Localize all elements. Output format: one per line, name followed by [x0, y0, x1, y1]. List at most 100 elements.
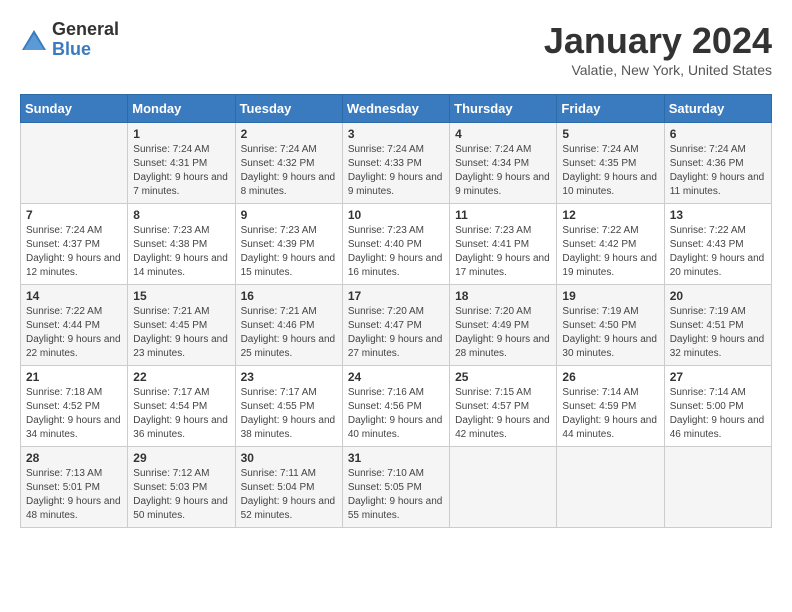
calendar-body: 1Sunrise: 7:24 AM Sunset: 4:31 PM Daylig… — [21, 123, 772, 528]
logo-text: General Blue — [52, 20, 119, 60]
day-number: 10 — [348, 208, 444, 222]
calendar-week-row: 7 Sunrise: 7:24 AM Sunset: 4:37 PM Daylig… — [21, 204, 772, 285]
calendar-day-cell: 15 Sunrise: 7:21 AM Sunset: 4:45 PM Dayli… — [128, 285, 235, 366]
day-info: Sunrise: 7:21 AM Sunset: 4:46 PM Dayligh… — [241, 305, 337, 361]
calendar-day-cell: 29Sunrise: 7:12 AM Sunset: 5:03 PM Dayli… — [128, 447, 235, 528]
calendar-day-cell: 27 Sunrise: 7:14 AM Sunset: 5:00 PM Dayli… — [664, 366, 771, 447]
day-info: Sunrise: 7:22 AM Sunset: 4:42 PM Dayligh… — [562, 224, 658, 280]
calendar-week-row: 14 Sunrise: 7:22 AM Sunset: 4:44 PM Dayli… — [21, 285, 772, 366]
calendar-day-cell: 22 Sunrise: 7:17 AM Sunset: 4:54 PM Dayli… — [128, 366, 235, 447]
day-number: 26 — [562, 370, 658, 384]
calendar-week-row: 21 Sunrise: 7:18 AM Sunset: 4:52 PM Dayli… — [21, 366, 772, 447]
calendar-day-cell: 6 Sunrise: 7:24 AM Sunset: 4:36 PM Daylig… — [664, 123, 771, 204]
calendar-week-row: 1Sunrise: 7:24 AM Sunset: 4:31 PM Daylig… — [21, 123, 772, 204]
calendar-day-cell: 5 Sunrise: 7:24 AM Sunset: 4:35 PM Daylig… — [557, 123, 664, 204]
header-tuesday: Tuesday — [235, 95, 342, 123]
calendar-day-cell: 26 Sunrise: 7:14 AM Sunset: 4:59 PM Dayli… — [557, 366, 664, 447]
day-number: 17 — [348, 289, 444, 303]
day-info: Sunrise: 7:10 AM Sunset: 5:05 PM Dayligh… — [348, 467, 444, 523]
day-number: 14 — [26, 289, 122, 303]
day-info: Sunrise: 7:24 AM Sunset: 4:35 PM Dayligh… — [562, 143, 658, 199]
day-number: 27 — [670, 370, 766, 384]
calendar-day-cell: 8Sunrise: 7:23 AM Sunset: 4:38 PM Daylig… — [128, 204, 235, 285]
day-number: 9 — [241, 208, 337, 222]
header-wednesday: Wednesday — [342, 95, 449, 123]
day-number: 20 — [670, 289, 766, 303]
logo-icon — [20, 26, 48, 54]
calendar-day-cell — [557, 447, 664, 528]
calendar-day-cell: 1Sunrise: 7:24 AM Sunset: 4:31 PM Daylig… — [128, 123, 235, 204]
calendar-day-cell: 10 Sunrise: 7:23 AM Sunset: 4:40 PM Dayli… — [342, 204, 449, 285]
day-number: 11 — [455, 208, 551, 222]
day-info: Sunrise: 7:16 AM Sunset: 4:56 PM Dayligh… — [348, 386, 444, 442]
calendar-day-cell: 19 Sunrise: 7:19 AM Sunset: 4:50 PM Dayli… — [557, 285, 664, 366]
day-number: 18 — [455, 289, 551, 303]
calendar-table: Sunday Monday Tuesday Wednesday Thursday… — [20, 94, 772, 528]
calendar-day-cell: 9Sunrise: 7:23 AM Sunset: 4:39 PM Daylig… — [235, 204, 342, 285]
day-number: 13 — [670, 208, 766, 222]
calendar-day-cell: 25 Sunrise: 7:15 AM Sunset: 4:57 PM Dayli… — [450, 366, 557, 447]
day-info: Sunrise: 7:19 AM Sunset: 4:51 PM Dayligh… — [670, 305, 766, 361]
day-info: Sunrise: 7:21 AM Sunset: 4:45 PM Dayligh… — [133, 305, 229, 361]
day-info: Sunrise: 7:22 AM Sunset: 4:44 PM Dayligh… — [26, 305, 122, 361]
calendar-day-cell: 21 Sunrise: 7:18 AM Sunset: 4:52 PM Dayli… — [21, 366, 128, 447]
calendar-day-cell: 17 Sunrise: 7:20 AM Sunset: 4:47 PM Dayli… — [342, 285, 449, 366]
day-number: 24 — [348, 370, 444, 384]
day-number: 4 — [455, 127, 551, 141]
day-info: Sunrise: 7:19 AM Sunset: 4:50 PM Dayligh… — [562, 305, 658, 361]
day-number: 15 — [133, 289, 229, 303]
day-number: 29 — [133, 451, 229, 465]
day-info: Sunrise: 7:24 AM Sunset: 4:36 PM Dayligh… — [670, 143, 766, 199]
calendar-day-cell — [21, 123, 128, 204]
calendar-day-cell: 16 Sunrise: 7:21 AM Sunset: 4:46 PM Dayli… — [235, 285, 342, 366]
page-header: General Blue January 2024 Valatie, New Y… — [20, 20, 772, 78]
day-info: Sunrise: 7:14 AM Sunset: 4:59 PM Dayligh… — [562, 386, 658, 442]
title-block: January 2024 Valatie, New York, United S… — [544, 20, 772, 78]
day-number: 6 — [670, 127, 766, 141]
day-info: Sunrise: 7:24 AM Sunset: 4:34 PM Dayligh… — [455, 143, 551, 199]
day-number: 31 — [348, 451, 444, 465]
calendar-day-cell: 7 Sunrise: 7:24 AM Sunset: 4:37 PM Daylig… — [21, 204, 128, 285]
header-sunday: Sunday — [21, 95, 128, 123]
header-thursday: Thursday — [450, 95, 557, 123]
header-friday: Friday — [557, 95, 664, 123]
day-info: Sunrise: 7:23 AM Sunset: 4:40 PM Dayligh… — [348, 224, 444, 280]
month-title: January 2024 — [544, 20, 772, 62]
day-info: Sunrise: 7:20 AM Sunset: 4:49 PM Dayligh… — [455, 305, 551, 361]
day-number: 23 — [241, 370, 337, 384]
calendar-day-cell: 23 Sunrise: 7:17 AM Sunset: 4:55 PM Dayli… — [235, 366, 342, 447]
day-info: Sunrise: 7:14 AM Sunset: 5:00 PM Dayligh… — [670, 386, 766, 442]
calendar-day-cell: 14 Sunrise: 7:22 AM Sunset: 4:44 PM Dayli… — [21, 285, 128, 366]
calendar-day-cell: 28Sunrise: 7:13 AM Sunset: 5:01 PM Dayli… — [21, 447, 128, 528]
day-info: Sunrise: 7:24 AM Sunset: 4:37 PM Dayligh… — [26, 224, 122, 280]
day-number: 19 — [562, 289, 658, 303]
calendar-day-cell: 3Sunrise: 7:24 AM Sunset: 4:33 PM Daylig… — [342, 123, 449, 204]
day-info: Sunrise: 7:15 AM Sunset: 4:57 PM Dayligh… — [455, 386, 551, 442]
logo-general-text: General — [52, 20, 119, 40]
day-info: Sunrise: 7:22 AM Sunset: 4:43 PM Dayligh… — [670, 224, 766, 280]
day-info: Sunrise: 7:23 AM Sunset: 4:41 PM Dayligh… — [455, 224, 551, 280]
logo: General Blue — [20, 20, 119, 60]
day-info: Sunrise: 7:18 AM Sunset: 4:52 PM Dayligh… — [26, 386, 122, 442]
day-number: 12 — [562, 208, 658, 222]
logo-blue-text: Blue — [52, 40, 119, 60]
day-number: 25 — [455, 370, 551, 384]
day-number: 22 — [133, 370, 229, 384]
day-number: 5 — [562, 127, 658, 141]
day-number: 1 — [133, 127, 229, 141]
calendar-day-cell — [450, 447, 557, 528]
day-info: Sunrise: 7:20 AM Sunset: 4:47 PM Dayligh… — [348, 305, 444, 361]
day-number: 21 — [26, 370, 122, 384]
day-info: Sunrise: 7:24 AM Sunset: 4:32 PM Dayligh… — [241, 143, 337, 199]
calendar-week-row: 28Sunrise: 7:13 AM Sunset: 5:01 PM Dayli… — [21, 447, 772, 528]
day-number: 16 — [241, 289, 337, 303]
calendar-day-cell: 12 Sunrise: 7:22 AM Sunset: 4:42 PM Dayli… — [557, 204, 664, 285]
location-text: Valatie, New York, United States — [544, 62, 772, 78]
header-monday: Monday — [128, 95, 235, 123]
day-number: 7 — [26, 208, 122, 222]
calendar-day-cell: 13 Sunrise: 7:22 AM Sunset: 4:43 PM Dayli… — [664, 204, 771, 285]
calendar-day-cell: 20 Sunrise: 7:19 AM Sunset: 4:51 PM Dayli… — [664, 285, 771, 366]
day-info: Sunrise: 7:17 AM Sunset: 4:55 PM Dayligh… — [241, 386, 337, 442]
day-info: Sunrise: 7:17 AM Sunset: 4:54 PM Dayligh… — [133, 386, 229, 442]
day-number: 2 — [241, 127, 337, 141]
